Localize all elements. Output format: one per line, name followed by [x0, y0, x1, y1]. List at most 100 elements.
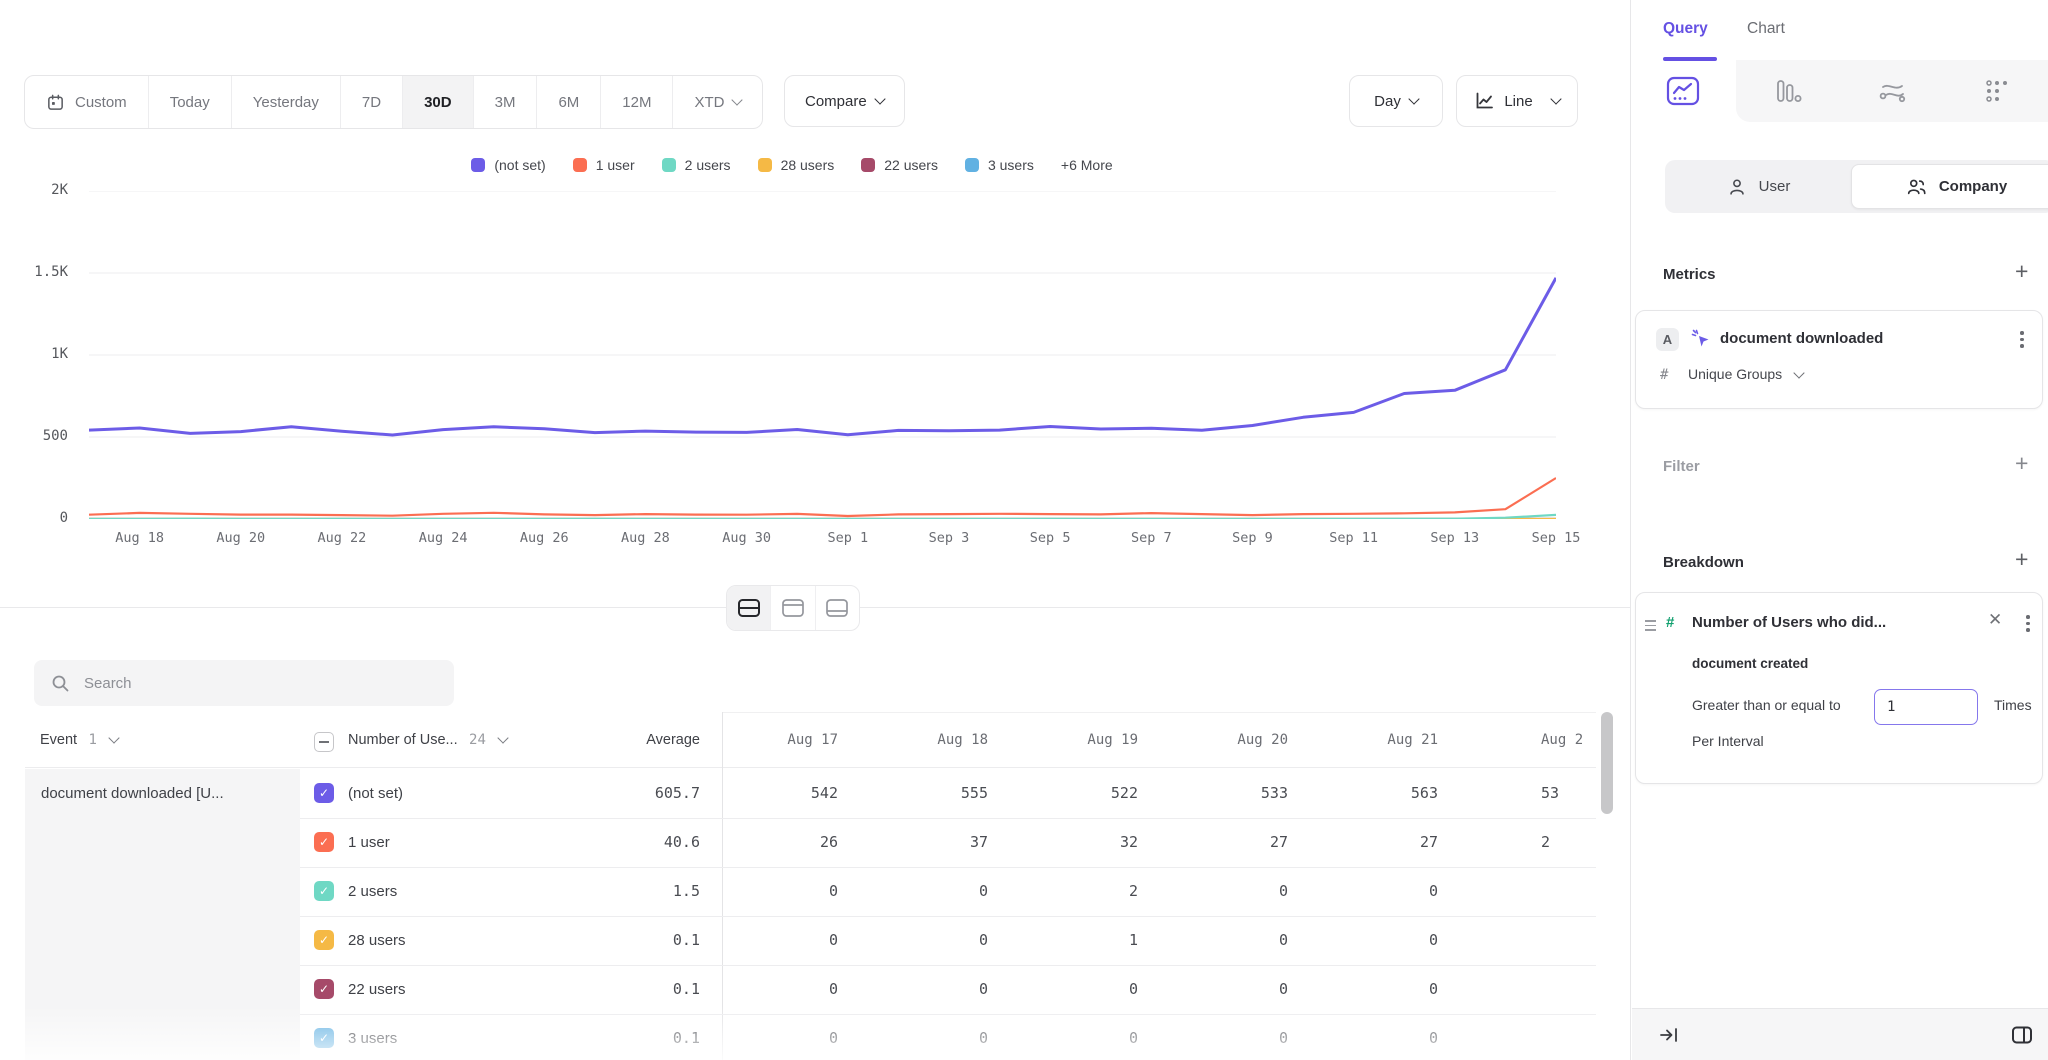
scope-company-button[interactable]: Company [1851, 164, 2048, 209]
row-checkbox[interactable]: ✓ [314, 832, 334, 852]
row-label: 28 users [348, 916, 406, 965]
row-value: 0 [1322, 867, 1472, 916]
search-input[interactable] [82, 674, 438, 693]
range-7d[interactable]: 7D [340, 76, 402, 128]
legend-more[interactable]: +6 More [1061, 157, 1113, 173]
calendar-icon [46, 93, 65, 112]
chevron-down-icon [498, 732, 509, 743]
metric-menu-button[interactable] [2020, 331, 2024, 348]
chevron-down-icon [732, 94, 743, 105]
legend-swatch [758, 158, 772, 172]
chart-type-button[interactable]: Line [1456, 75, 1578, 127]
user-icon [1726, 176, 1748, 198]
range-yesterday[interactable]: Yesterday [231, 76, 340, 128]
split-view-button[interactable] [727, 586, 770, 630]
row-average: 1.5 [540, 867, 700, 916]
row-value: 0 [1322, 916, 1472, 965]
legend-label: 28 users [781, 157, 835, 173]
range-today[interactable]: Today [148, 76, 231, 128]
row-value: 542 [722, 769, 872, 818]
add-metric-button[interactable]: + [2015, 258, 2028, 285]
row-value: 0 [1172, 867, 1322, 916]
x-tick-label: Sep 13 [1430, 530, 1479, 546]
table-scrollbar[interactable] [1601, 712, 1613, 814]
scope-user-button[interactable]: User [1665, 160, 1851, 213]
legend-item[interactable]: 1 user [573, 157, 635, 173]
chevron-down-icon [1793, 367, 1804, 378]
company-label: Company [1939, 178, 2007, 195]
side-panel-icon[interactable] [2010, 1023, 2034, 1047]
range-12m[interactable]: 12M [600, 76, 672, 128]
add-filter-button[interactable]: + [2015, 450, 2028, 477]
chart-plot[interactable] [89, 191, 1556, 519]
legend-item[interactable]: 28 users [758, 157, 835, 173]
row-value: 0 [1172, 916, 1322, 965]
table-row: ✓2 users1.500200 [300, 867, 1596, 917]
row-checkbox[interactable]: ✓ [314, 783, 334, 803]
tab-query[interactable]: Query [1663, 20, 1708, 38]
chart-view-button[interactable] [770, 586, 814, 630]
compare-button[interactable]: Compare [784, 75, 905, 127]
range-custom[interactable]: Custom [25, 76, 148, 128]
row-checkbox[interactable]: ✓ [314, 930, 334, 950]
legend-item[interactable]: 2 users [662, 157, 731, 173]
condition-value-input[interactable] [1874, 689, 1978, 725]
granularity-button[interactable]: Day [1349, 75, 1443, 127]
row-label: 3 users [348, 1014, 397, 1060]
chart-view-icon [781, 598, 805, 618]
drag-handle-icon[interactable] [1645, 620, 1656, 631]
range-30d[interactable]: 30D [402, 76, 473, 128]
x-tick-label: Aug 30 [722, 530, 771, 546]
scope-toggle: User Company [1665, 160, 2048, 213]
range-xtd[interactable]: XTD [672, 76, 762, 128]
legend-item[interactable]: (not set) [471, 157, 545, 173]
range-3m[interactable]: 3M [473, 76, 537, 128]
chevron-down-icon [109, 732, 120, 743]
breakdown-menu-button[interactable] [2026, 615, 2030, 632]
table-view-button[interactable] [815, 586, 859, 630]
range-label: 7D [362, 94, 381, 111]
company-icon [1905, 176, 1928, 198]
row-checkbox[interactable]: ✓ [314, 881, 334, 901]
add-breakdown-button[interactable]: + [2015, 546, 2028, 573]
metric-card[interactable]: A document downloaded # Unique Groups [1635, 310, 2043, 409]
event-column-header[interactable]: Event 1 [40, 716, 118, 764]
row-value: 0 [872, 867, 1022, 916]
layout-toggle [726, 585, 860, 631]
number-property-icon: # [1666, 614, 1674, 631]
line-chart-icon [1666, 76, 1700, 106]
event-list-item[interactable]: document downloaded [U... [25, 769, 300, 818]
row-checkbox[interactable]: ✓ [314, 1028, 334, 1048]
event-header-label: Event [40, 732, 77, 748]
range-label: Custom [75, 94, 127, 111]
chart-type-bar-button[interactable] [1736, 60, 1841, 122]
legend-swatch [861, 158, 875, 172]
date-range-control: Custom Today Yesterday 7D 30D3M6M12MXTD [24, 75, 763, 129]
range-6m[interactable]: 6M [536, 76, 600, 128]
row-value: 0 [872, 1014, 1022, 1060]
collapse-panel-icon[interactable] [1658, 1024, 1680, 1046]
chart-type-flow-button[interactable] [1840, 60, 1945, 122]
breakdown-card[interactable]: # Number of Users who did... ✕ document … [1635, 592, 2043, 784]
row-value: 0 [722, 867, 872, 916]
row-value: 0 [1172, 965, 1322, 1014]
legend-item[interactable]: 22 users [861, 157, 938, 173]
row-label: 1 user [348, 818, 390, 867]
breakdown-event-name: document created [1692, 656, 1808, 671]
row-checkbox[interactable]: ✓ [314, 979, 334, 999]
chart-type-line-button[interactable] [1631, 60, 1736, 122]
select-all-checkbox[interactable] [314, 732, 334, 752]
tab-chart[interactable]: Chart [1747, 20, 1785, 38]
measure-selector[interactable]: Unique Groups [1688, 366, 1803, 382]
y-tick-label: 1K [0, 346, 68, 362]
metric-event-name: document downloaded [1720, 330, 1883, 347]
close-icon[interactable]: ✕ [1988, 610, 2002, 630]
breakdown-column-header[interactable]: Number of Use... 24 [348, 716, 507, 764]
legend-item[interactable]: 3 users [965, 157, 1034, 173]
x-tick-label: Sep 9 [1232, 530, 1273, 546]
split-view-icon [737, 598, 761, 618]
y-tick-label: 0 [0, 510, 68, 526]
chart-type-grid-button[interactable] [1945, 60, 2048, 122]
range-label: Yesterday [253, 94, 319, 111]
analytics-app: Custom Today Yesterday 7D 30D3M6M12MXTD Comp… [0, 0, 2048, 1060]
